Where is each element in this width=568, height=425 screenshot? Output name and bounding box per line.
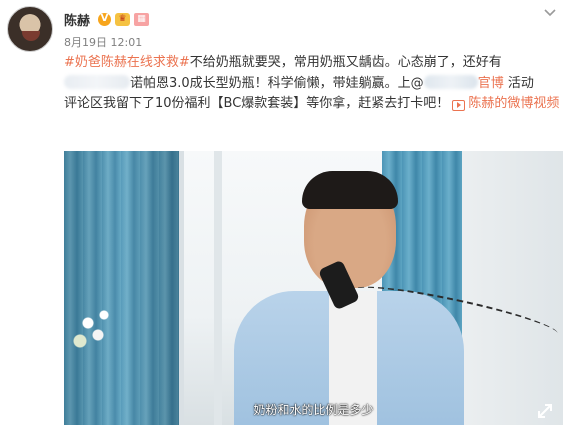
avatar[interactable] — [7, 6, 53, 52]
play-video-icon — [452, 99, 466, 111]
hashtag-link[interactable]: #奶爸陈赫在线求救# — [64, 55, 190, 70]
author-row: 陈赫 V ♛ ▦ — [64, 10, 150, 29]
post-text-line3: 评论区我留下了10份福利【BC爆款套装】等你拿，赶紧去打卡吧！ — [64, 96, 450, 111]
video-source-link[interactable]: 陈赫的微博视频 — [468, 96, 559, 111]
chevron-down-icon[interactable] — [542, 4, 558, 20]
expand-icon[interactable] — [536, 402, 554, 420]
post-text-line2: 诺帕恩3.0成长型奶瓶！科学偷懒，带娃躺赢。上@ — [130, 75, 424, 91]
post-text-line2-rest: 活动 — [503, 75, 534, 91]
mention-link[interactable]: 官博 — [423, 74, 504, 91]
level-badge[interactable]: ▦ — [134, 12, 150, 26]
author-name[interactable]: 陈赫 — [64, 10, 90, 29]
post-text-line1: 不给奶瓶就要哭，常用奶瓶又龋齿。心态崩了，还好有 — [189, 55, 502, 70]
post-timestamp[interactable]: 8月19日 12:01 — [64, 34, 142, 50]
mention-tail: 官博 — [477, 75, 504, 91]
verified-v-badge[interactable]: V — [98, 12, 112, 26]
vip-crown-badge[interactable]: ♛ — [115, 12, 131, 26]
redacted-brand-blur — [64, 74, 130, 89]
curtain-left-image — [64, 151, 179, 425]
video-player[interactable]: 奶粉和水的比例是多少 — [64, 151, 563, 425]
video-subtitle: 奶粉和水的比例是多少 — [253, 403, 374, 417]
redacted-mention-blur — [423, 74, 478, 89]
flowers-image — [68, 301, 128, 361]
post-text: #奶爸陈赫在线求救#不给奶瓶就要哭，常用奶瓶又龋齿。心态崩了，还好有 诺帕恩3.… — [64, 53, 562, 115]
weibo-post-card: 陈赫 V ♛ ▦ 8月19日 12:01 #奶爸陈赫在线求救#不给奶瓶就要哭，常… — [0, 0, 568, 425]
